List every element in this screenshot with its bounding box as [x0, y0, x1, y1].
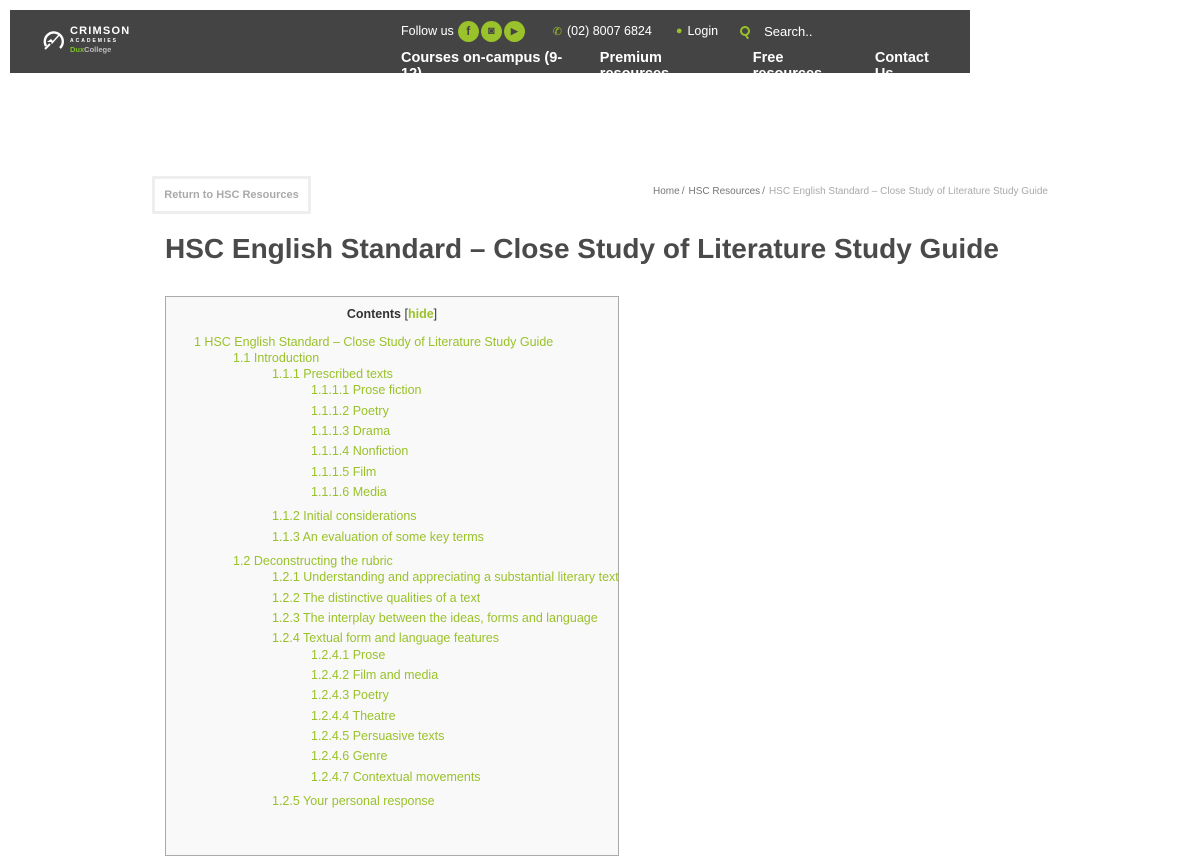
toc-item[interactable]: 1.1.1.5 Film — [311, 465, 376, 479]
toc-title: Contents — [346, 307, 401, 321]
facebook-icon[interactable]: f — [457, 20, 479, 42]
breadcrumb-separator: / — [681, 186, 685, 197]
brand-college: DuxCollege — [70, 46, 130, 54]
toc-item[interactable]: 1.2.5 Your personal response — [272, 794, 435, 808]
toc-hide-toggle[interactable]: hide — [408, 307, 434, 321]
toc-header: Contents [hide] — [166, 307, 618, 321]
toc-item[interactable]: 1.2 Deconstructing the rubric — [233, 554, 393, 568]
brand-name: CRIMSON — [70, 25, 131, 37]
nav-premium-resources[interactable]: Premium resources — [600, 50, 733, 82]
table-of-contents: Contents [hide] 1 HSC English Standard –… — [165, 296, 619, 856]
toc-item[interactable]: 1.2.1 Understanding and appreciating a s… — [272, 570, 619, 584]
toc-item[interactable]: 1.2.2 The distinctive qualities of a tex… — [272, 591, 480, 605]
brand-dux: Dux — [70, 45, 85, 54]
toc-item[interactable]: 1.1.1.3 Drama — [311, 424, 390, 438]
toc-item[interactable]: 1.2.4.2 Film and media — [311, 668, 438, 682]
toc-item[interactable]: 1.2.4.1 Prose — [311, 648, 385, 662]
toc-item[interactable]: 1.1.3 An evaluation of some key terms — [272, 530, 484, 544]
brand-sub: ACADEMIES — [70, 38, 119, 44]
toc-item[interactable]: 1.1.2 Initial considerations — [272, 509, 417, 523]
search-box — [740, 23, 885, 39]
nav-contact-us[interactable]: Contact Us — [875, 50, 950, 82]
toc-item[interactable]: 1 HSC English Standard – Close Study of … — [194, 335, 553, 349]
phone-link[interactable]: ✆ (02) 8007 6824 — [553, 24, 652, 38]
rocket-logo-icon — [43, 31, 64, 50]
toc-item[interactable]: 1.1.1.2 Poetry — [311, 404, 389, 418]
search-icon[interactable] — [740, 26, 751, 36]
main-nav: Courses on-campus (9-12) Premium resourc… — [401, 50, 970, 82]
toc-item[interactable]: 1.2.4 Textual form and language features — [272, 631, 499, 645]
toc-item[interactable]: 1.1 Introduction — [233, 351, 319, 365]
return-to-hsc-resources-button[interactable]: Return to HSC Resources — [152, 176, 311, 214]
toc-item[interactable]: 1.2.4.4 Theatre — [311, 709, 396, 723]
nav-free-resources[interactable]: Free resources — [753, 50, 855, 82]
top-bar: Follow us f ◙ ▶ ✆ (02) 8007 6824 ● Login — [401, 20, 885, 42]
toc-bracket-close: ] — [433, 307, 438, 321]
phone-number: (02) 8007 6824 — [567, 24, 652, 38]
breadcrumb-current: HSC English Standard – Close Study of Li… — [768, 186, 1048, 197]
search-input[interactable] — [764, 23, 885, 39]
youtube-icon[interactable]: ▶ — [503, 20, 525, 42]
phone-icon: ✆ — [552, 25, 563, 38]
toc-item[interactable]: 1.2.3 The interplay between the ideas, f… — [272, 611, 598, 625]
login-label: Login — [687, 24, 719, 38]
brand-college-text: College — [84, 45, 112, 54]
nav-courses-on-campus[interactable]: Courses on-campus (9-12) — [401, 50, 580, 82]
login-link[interactable]: ● Login — [676, 24, 718, 38]
toc-item[interactable]: 1.2.4.6 Genre — [311, 749, 387, 763]
instagram-icon[interactable]: ◙ — [480, 20, 502, 42]
toc-item[interactable]: 1.1.1.6 Media — [311, 485, 387, 499]
toc-item[interactable]: 1.1.1 Prescribed texts — [272, 367, 393, 381]
toc-item[interactable]: 1.1.1.4 Nonfiction — [311, 444, 408, 458]
follow-us-label: Follow us — [401, 24, 454, 38]
toc-item[interactable]: 1.2.4.7 Contextual movements — [311, 770, 481, 784]
toc-item[interactable]: 1.2.4.5 Persuasive texts — [311, 729, 444, 743]
breadcrumb-hsc-resources[interactable]: HSC Resources — [688, 186, 760, 197]
user-icon: ● — [675, 25, 683, 37]
page-title: HSC English Standard – Close Study of Li… — [165, 233, 999, 264]
breadcrumb-home[interactable]: Home — [653, 186, 680, 197]
breadcrumb: Home / HSC Resources / HSC English Stand… — [653, 186, 1048, 197]
site-header: CRIMSON ACADEMIES DuxCollege Follow us f… — [10, 10, 970, 82]
breadcrumb-separator: / — [762, 186, 765, 197]
toc-item[interactable]: 1.1.1.1 Prose fiction — [311, 383, 421, 397]
logo[interactable]: CRIMSON ACADEMIES DuxCollege — [42, 26, 130, 54]
toc-item[interactable]: 1.2.4.3 Poetry — [311, 688, 389, 702]
